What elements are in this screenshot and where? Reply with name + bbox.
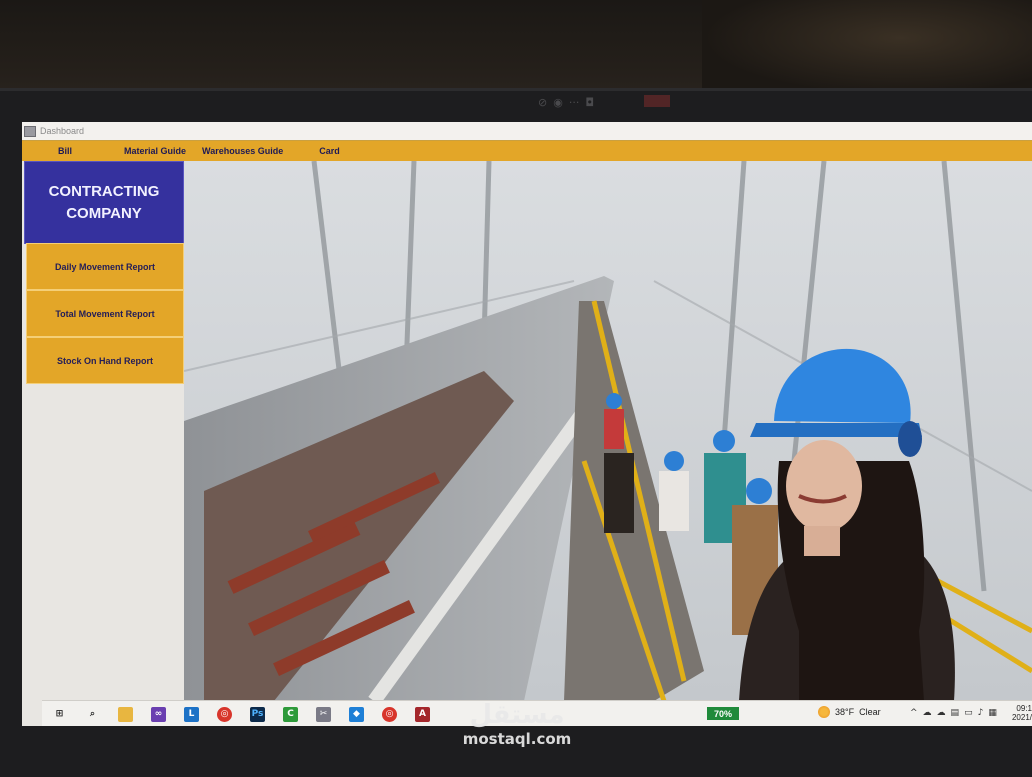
menu-item-bill[interactable]: Bill xyxy=(58,146,72,156)
dots-icon: ··· xyxy=(568,95,580,109)
access-form-icon xyxy=(24,125,36,137)
windows-start-icon[interactable]: ⊞ xyxy=(52,707,67,722)
language-icon[interactable]: ▦ xyxy=(988,708,997,718)
menu-item-card[interactable]: Card xyxy=(319,146,340,156)
cloud-icon[interactable]: ☁ xyxy=(923,708,932,718)
access-icon[interactable]: A xyxy=(415,706,430,722)
webcam-icon: ◉ xyxy=(553,95,563,109)
company-name-line-2: COMPANY xyxy=(66,204,142,222)
sidebar: CONTRACTING COMPANY Daily Movement Repor… xyxy=(22,161,192,701)
bezel-sticker xyxy=(644,95,670,107)
camera-off-icon: ⊘ xyxy=(538,95,548,109)
window-titlebar: Dashboard xyxy=(22,122,1032,140)
speaker-icon[interactable]: ♪ xyxy=(978,708,984,718)
stock-on-hand-report-button[interactable]: Stock On Hand Report xyxy=(26,337,184,384)
construction-worker-photo xyxy=(184,161,1032,701)
camera-icon: ◘ xyxy=(585,95,595,109)
weather-widget[interactable]: 38°F Clear xyxy=(818,706,881,718)
photoshop-icon[interactable]: Ps xyxy=(250,706,265,722)
clock-time: 09:1 xyxy=(1016,704,1032,713)
site-watermark: مستقل mostaql.com xyxy=(452,700,582,748)
screen: Dashboard Bill Material Guide Warehouses… xyxy=(22,122,1032,726)
vscode-icon[interactable]: ◆ xyxy=(349,706,364,722)
clock-date: 2021/ xyxy=(1011,713,1032,722)
menu-bar: Bill Material Guide Warehouses Guide Car… xyxy=(22,140,1032,162)
taskbar-clock[interactable]: 09:1 2021/ xyxy=(1012,704,1032,722)
weather-sun-icon xyxy=(818,706,830,718)
temperature: 38°F xyxy=(835,707,855,717)
menu-item-warehouses-guide[interactable]: Warehouses Guide xyxy=(202,146,283,156)
search-icon[interactable]: ⌕ xyxy=(85,707,100,722)
background-shelf xyxy=(702,0,1032,95)
watermark-latin: mostaql.com xyxy=(462,730,572,748)
snipping-tool-icon[interactable]: ✂ xyxy=(316,706,331,722)
camtasia-icon[interactable]: C xyxy=(283,706,298,722)
battery-icon[interactable]: ▭ xyxy=(964,708,973,718)
total-movement-report-button[interactable]: Total Movement Report xyxy=(26,290,184,337)
chevron-up-icon[interactable]: ^ xyxy=(910,708,918,718)
hero-photo xyxy=(184,161,1032,701)
company-name-panel: CONTRACTING COMPANY xyxy=(24,161,184,244)
system-tray: ^ ☁ ☁ ▤ ▭ ♪ ▦ xyxy=(910,708,997,718)
company-name-line-1: CONTRACTING xyxy=(48,182,160,200)
lync-icon[interactable]: L xyxy=(184,706,199,722)
visual-studio-icon[interactable]: ∞ xyxy=(151,706,166,722)
weather-condition: Clear xyxy=(859,707,881,717)
network-icon[interactable]: ▤ xyxy=(951,708,960,718)
battery-indicator[interactable]: 70% xyxy=(707,707,739,720)
cloud-icon-2[interactable]: ☁ xyxy=(937,708,946,718)
daily-movement-report-button[interactable]: Daily Movement Report xyxy=(26,243,184,290)
chrome-icon[interactable]: ◎ xyxy=(217,706,232,722)
watermark-arabic: مستقل xyxy=(469,700,565,730)
menu-item-material-guide[interactable]: Material Guide xyxy=(124,146,186,156)
file-explorer-icon[interactable] xyxy=(118,706,133,722)
window-title: Dashboard xyxy=(40,126,85,136)
chrome-icon-2[interactable]: ◎ xyxy=(382,706,397,722)
